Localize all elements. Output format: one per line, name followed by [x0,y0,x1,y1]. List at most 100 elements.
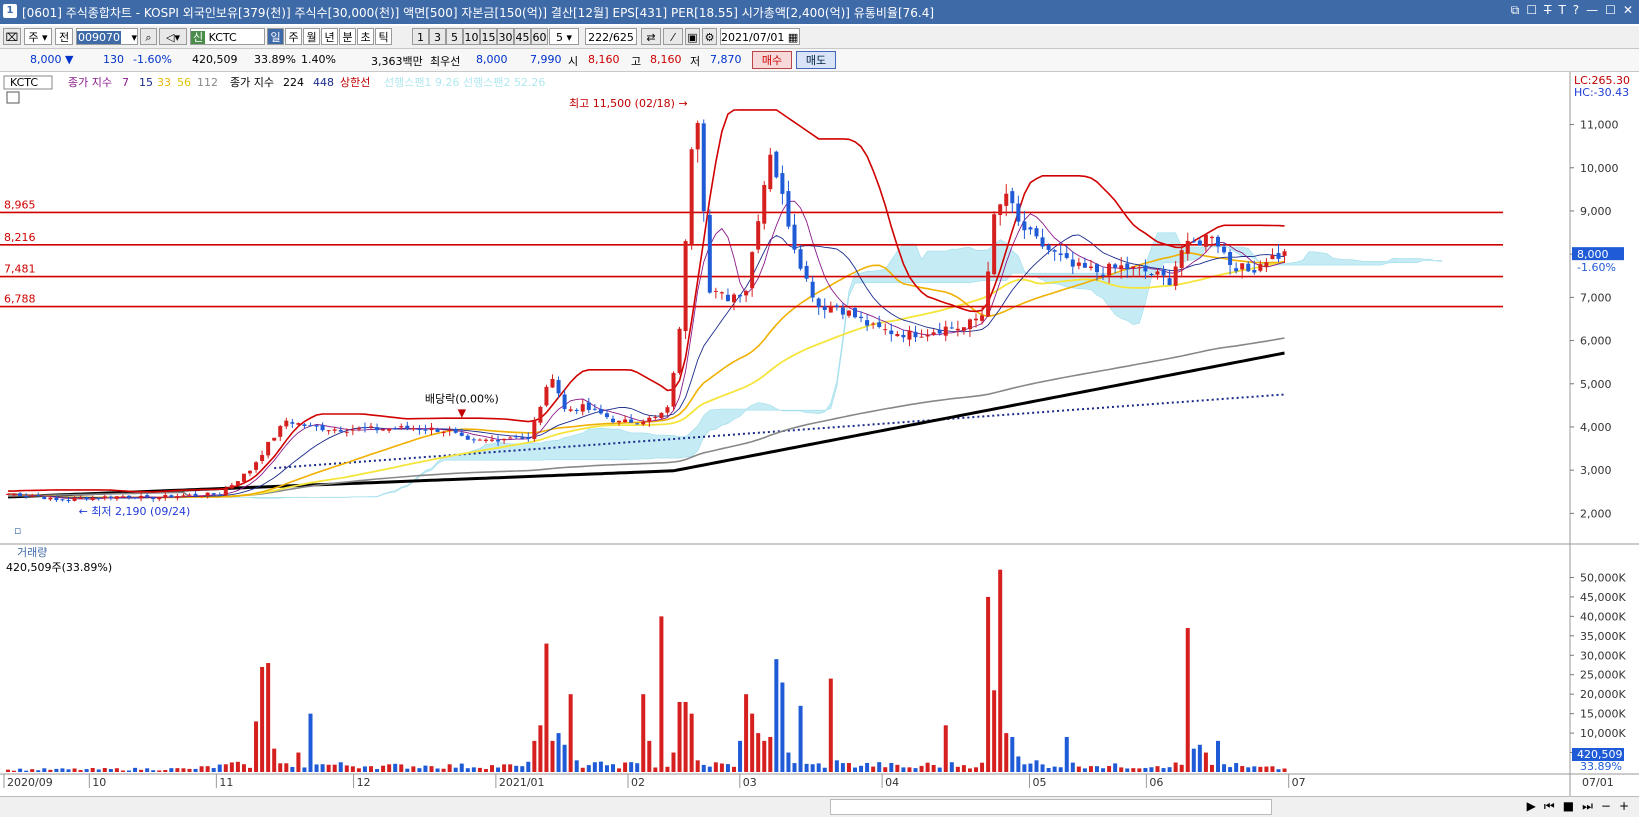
volume-bar [1119,767,1124,772]
interval-select[interactable]: 5 ▾ [549,28,579,45]
stock-name-field[interactable]: 신 KCTC [190,28,265,45]
interval-button-45[interactable]: 45 [514,28,531,45]
candle-body [665,407,670,413]
volume-bar [465,768,470,772]
scrollbar-track[interactable] [830,799,1272,815]
play-icon[interactable]: ▶ [1527,799,1536,814]
minimize-icon[interactable]: — [1586,3,1598,18]
gear-icon[interactable]: ⚙ [702,28,717,45]
interval-button-60[interactable]: 60 [531,28,548,45]
pref-label: 최우선 [430,55,461,68]
candle-body [853,308,857,318]
volume-bar [102,768,107,772]
last-icon[interactable]: ⏭ [1582,799,1593,814]
period-button-1[interactable]: 주 [285,28,302,45]
interval-button-10[interactable]: 10 [463,28,480,45]
period-button-0[interactable]: 일 [267,28,284,45]
volume-bar [477,767,482,772]
y-tick-label: 2,000 [1580,507,1612,520]
volume-bar [1143,767,1148,772]
interval-button-5[interactable]: 5 [446,28,463,45]
candle-body [1010,191,1015,204]
volume-readout: 420,509주(33.89%) [6,561,112,574]
date-field[interactable]: 2021/07/01 ▦ [720,28,800,45]
search-icon[interactable]: ⌕ [140,28,157,45]
maximize-icon[interactable]: ☐ [1605,3,1616,18]
candle-body [1107,263,1112,276]
first-icon[interactable]: ⏮ [1544,799,1555,814]
interval-button-30[interactable]: 30 [497,28,514,45]
candle-body [290,422,295,424]
calendar-icon[interactable]: ▦ [788,31,798,44]
buy-button[interactable]: 매수 [752,51,792,69]
change-pct: -1.60% [133,53,172,66]
volume-bar [411,766,416,772]
font-icon[interactable]: T [1558,3,1565,18]
interval-button-15[interactable]: 15 [480,28,497,45]
draw-icon[interactable]: ⁄ [663,28,683,45]
font-strike-icon[interactable]: T̶ [1544,3,1551,18]
volume-bar [611,764,615,772]
save-icon[interactable]: ▣ [685,28,700,45]
zoom-out-icon[interactable]: − [1601,799,1611,814]
period-button-6[interactable]: 틱 [375,28,392,45]
x-tick-label: 12 [357,776,371,789]
close-icon[interactable]: ✕ [1623,3,1633,18]
count-field[interactable]: 222/625 [585,28,637,45]
candle-body [574,409,579,411]
period-button-4[interactable]: 분 [339,28,356,45]
candle-body [961,327,966,331]
volume-bar [12,770,17,772]
volume-bar [375,769,380,772]
volume-bar [732,766,736,772]
high-annotation: 최고 11,500 (02/18) → [569,97,688,110]
x-tick-label: 2021/01 [499,776,545,789]
candle-body [1240,263,1245,270]
compare-icon[interactable]: ⇄ [641,28,661,45]
zoom-in-icon[interactable]: + [1619,799,1629,814]
candle-body [1234,268,1239,272]
volume-bar [387,764,392,772]
mode-select[interactable]: 주 ▾ [24,28,52,45]
candle-body [254,462,259,470]
candle-body [913,331,918,338]
candle-body [695,123,700,150]
volume-bar [48,769,53,772]
help-icon[interactable]: ? [1573,3,1579,18]
volume-bar [1058,767,1063,772]
y-tick-label: 7,000 [1580,291,1612,304]
chart-type-icon[interactable]: ⌧ [3,28,21,45]
open-label: 시 [568,55,579,68]
price-tag-label: 8,000 [1577,248,1609,261]
volume-bar [1252,766,1257,772]
stop-icon[interactable]: ■ [1563,799,1574,814]
hline-label-2: 7,481 [4,263,36,276]
period-button-3[interactable]: 년 [321,28,338,45]
frame-icon[interactable]: ☐ [1526,3,1537,18]
volume-bar [211,768,216,772]
stock-code-input[interactable]: 009070 ▾ [76,28,138,45]
hline-label-1: 8,216 [4,231,36,244]
candle-body [399,426,404,428]
restore-layout-icon[interactable]: ⧉ [1511,3,1520,18]
volume-bar [780,682,785,772]
price-chart[interactable]: KCTC 종가 지수 7 15 33 56 112 종가 지수 224 448 … [0,72,1639,796]
interval-button-3[interactable]: 3 [429,28,446,45]
period-button-2[interactable]: 월 [303,28,320,45]
period-label[interactable]: 전 [55,28,73,45]
candle-body [205,492,210,496]
volume-bar [1264,766,1269,772]
app-icon[interactable]: 1 [3,4,17,18]
candle-body [235,481,240,486]
interval-button-1[interactable]: 1 [412,28,429,45]
period-button-5[interactable]: 초 [357,28,374,45]
volume-bar [169,768,174,772]
arrow-icon[interactable]: ◁▾ [159,28,187,45]
interval-value: 5 [555,31,563,44]
sell-button[interactable]: 매도 [796,51,836,69]
volume-bar [586,765,591,772]
volume-bar [653,767,658,772]
volume-bar [284,763,289,772]
settings-toggle-icon[interactable] [6,91,20,104]
volume-bar [846,763,851,772]
